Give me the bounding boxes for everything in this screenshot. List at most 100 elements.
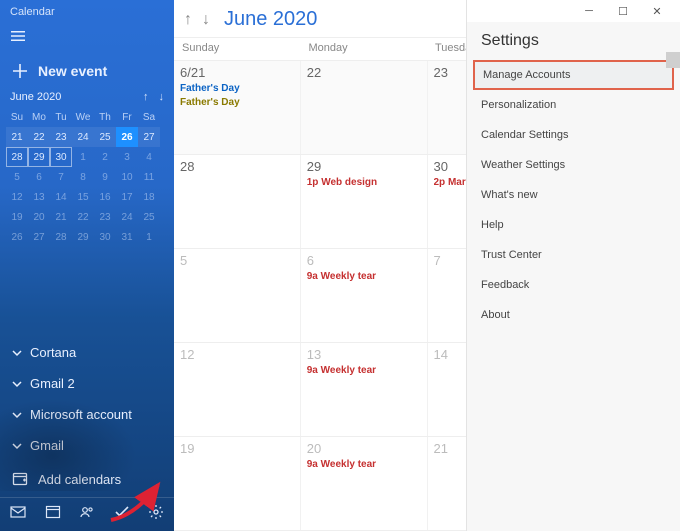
todo-button[interactable]: [114, 504, 130, 523]
mini-day[interactable]: 21: [6, 127, 28, 147]
day-number: 19: [180, 441, 294, 456]
mini-day[interactable]: 16: [94, 187, 116, 207]
calendar-button[interactable]: [45, 504, 61, 523]
calendar-day[interactable]: 291p Web design: [301, 155, 428, 248]
account-item[interactable]: Gmail: [0, 430, 174, 461]
calendar-day[interactable]: 6/21 Father's DayFather's Day: [174, 61, 301, 154]
sidebar: Calendar New event June 2020 ↑ ↓ SuMoTuW…: [0, 0, 174, 531]
mini-day[interactable]: 17: [116, 187, 138, 207]
day-number: 6/21: [180, 65, 294, 80]
calendar-event[interactable]: 9a Weekly tear: [307, 270, 421, 284]
mini-day[interactable]: 22: [28, 127, 50, 147]
new-event-label: New event: [38, 63, 107, 79]
minimize-button[interactable]: ─: [572, 5, 606, 17]
scrollbar-thumb[interactable]: [666, 52, 680, 68]
mini-day[interactable]: 27: [28, 227, 50, 247]
mini-next-button[interactable]: ↓: [159, 91, 165, 103]
mini-day[interactable]: 30: [94, 227, 116, 247]
people-button[interactable]: [79, 504, 95, 523]
mini-calendar[interactable]: SuMoTuWeThFrSa21222324252627282930123456…: [0, 107, 174, 253]
mini-day[interactable]: 14: [50, 187, 72, 207]
settings-button[interactable]: [148, 504, 164, 523]
mini-day[interactable]: 9: [94, 167, 116, 187]
mini-day[interactable]: 12: [6, 187, 28, 207]
calendar-day[interactable]: 209a Weekly tear: [301, 437, 428, 530]
mini-day[interactable]: 24: [72, 127, 94, 147]
mini-day[interactable]: 1: [138, 227, 160, 247]
mail-button[interactable]: [10, 504, 26, 523]
period-title[interactable]: June 2020: [224, 8, 317, 31]
mini-day[interactable]: 11: [138, 167, 160, 187]
settings-item[interactable]: Weather Settings: [467, 150, 680, 180]
check-icon: [114, 504, 130, 520]
settings-item[interactable]: Feedback: [467, 270, 680, 300]
calendar-event[interactable]: 9a Weekly tear: [307, 364, 421, 378]
settings-item[interactable]: What's new: [467, 180, 680, 210]
mini-dow: Su: [6, 107, 28, 127]
prev-period-button[interactable]: ↑: [184, 11, 192, 29]
mini-day[interactable]: 22: [72, 207, 94, 227]
sidebar-bottom-bar: [0, 497, 174, 531]
mini-day[interactable]: 3: [116, 147, 138, 167]
settings-item[interactable]: Trust Center: [467, 240, 680, 270]
mini-day[interactable]: 29: [28, 147, 50, 167]
hamburger-button[interactable]: [0, 20, 174, 55]
mini-day[interactable]: 30: [50, 147, 72, 167]
next-period-button[interactable]: ↓: [202, 11, 210, 29]
calendar-event[interactable]: Father's Day: [180, 96, 294, 110]
settings-item[interactable]: Personalization: [467, 90, 680, 120]
mini-day[interactable]: 21: [50, 207, 72, 227]
calendar-day[interactable]: 12: [174, 343, 301, 436]
account-item[interactable]: Cortana: [0, 337, 174, 368]
settings-item[interactable]: Manage Accounts: [473, 60, 674, 90]
mini-day[interactable]: 13: [28, 187, 50, 207]
calendar-day[interactable]: 139a Weekly tear: [301, 343, 428, 436]
mini-day[interactable]: 20: [28, 207, 50, 227]
mini-day[interactable]: 28: [50, 227, 72, 247]
maximize-button[interactable]: ☐: [606, 5, 640, 18]
mini-day[interactable]: 6: [28, 167, 50, 187]
calendar-day[interactable]: 28: [174, 155, 301, 248]
mini-day[interactable]: 8: [72, 167, 94, 187]
settings-item[interactable]: Calendar Settings: [467, 120, 680, 150]
mini-day[interactable]: 4: [138, 147, 160, 167]
mini-day[interactable]: 7: [50, 167, 72, 187]
mini-day[interactable]: 28: [6, 147, 28, 167]
calendar-day[interactable]: 5: [174, 249, 301, 342]
mini-day[interactable]: 10: [116, 167, 138, 187]
mini-day[interactable]: 23: [94, 207, 116, 227]
mini-day[interactable]: 24: [116, 207, 138, 227]
mini-day[interactable]: 18: [138, 187, 160, 207]
mini-day[interactable]: 25: [94, 127, 116, 147]
window-controls: ─ ☐ ✕: [467, 0, 680, 22]
account-label: Gmail 2: [30, 376, 75, 391]
mini-day[interactable]: 19: [6, 207, 28, 227]
add-calendars-button[interactable]: Add calendars: [0, 461, 174, 497]
new-event-button[interactable]: New event: [0, 55, 174, 91]
calendar-day[interactable]: 19: [174, 437, 301, 530]
mini-prev-button[interactable]: ↑: [143, 91, 149, 103]
mini-day[interactable]: 26: [6, 227, 28, 247]
account-item[interactable]: Microsoft account: [0, 399, 174, 430]
settings-item[interactable]: About: [467, 300, 680, 330]
account-item[interactable]: Gmail 2: [0, 368, 174, 399]
close-button[interactable]: ✕: [640, 5, 674, 18]
mini-day[interactable]: 15: [72, 187, 94, 207]
settings-item[interactable]: Help: [467, 210, 680, 240]
mini-day[interactable]: 31: [116, 227, 138, 247]
calendar-event[interactable]: 9a Weekly tear: [307, 458, 421, 472]
mini-day[interactable]: 25: [138, 207, 160, 227]
mini-day[interactable]: 2: [94, 147, 116, 167]
calendar-day[interactable]: 69a Weekly tear: [301, 249, 428, 342]
mini-day[interactable]: 26: [116, 127, 138, 147]
mini-day[interactable]: 27: [138, 127, 160, 147]
account-label: Gmail: [30, 438, 64, 453]
mini-day[interactable]: 1: [72, 147, 94, 167]
calendar-day[interactable]: 22: [301, 61, 428, 154]
calendar-event[interactable]: Father's Day: [180, 82, 294, 96]
mini-day[interactable]: 5: [6, 167, 28, 187]
mini-day[interactable]: 23: [50, 127, 72, 147]
chevron-down-icon: [12, 348, 22, 358]
mini-day[interactable]: 29: [72, 227, 94, 247]
calendar-event[interactable]: 1p Web design: [307, 176, 421, 190]
